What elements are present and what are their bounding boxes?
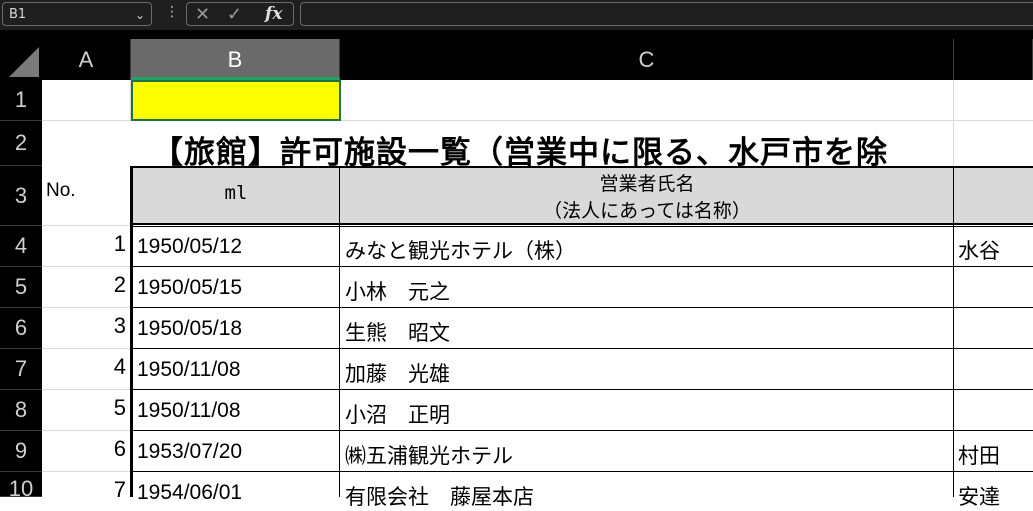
record-no: 2	[113, 272, 126, 297]
record-name: 小沼 正明	[345, 403, 450, 427]
column-header-a[interactable]: A	[42, 39, 131, 80]
record-rep: 水谷	[958, 239, 1021, 263]
gridline	[42, 307, 130, 308]
more-options-icon[interactable]: ⋮	[165, 4, 179, 20]
row-header-10[interactable]: 10	[0, 472, 42, 501]
gridline	[42, 430, 130, 431]
record-date: 1950/11/08	[137, 399, 241, 422]
table-border	[130, 389, 1033, 390]
table-border	[130, 223, 1033, 225]
table-border	[130, 307, 1033, 308]
column-header-d[interactable]	[954, 39, 1033, 80]
record-name: 有限会社 藤屋本店	[345, 485, 534, 509]
formula-input[interactable]	[300, 2, 1033, 26]
row-header-8[interactable]: 8	[0, 390, 42, 431]
table-border	[130, 348, 1033, 349]
cancel-icon[interactable]: ✕	[195, 4, 210, 25]
record-date: 1954/06/01	[137, 481, 243, 504]
record-no: 7	[113, 477, 126, 502]
sheet-title: 【旅館】許可施設一覧（営業中に限る、水戸市を除	[152, 135, 888, 167]
column-header-b[interactable]: B	[131, 39, 340, 80]
record-rep: 村田	[958, 444, 1021, 468]
name-box[interactable]: B1 ⌄	[2, 2, 152, 26]
row-header-1[interactable]: 1	[0, 80, 42, 121]
select-all-icon	[9, 47, 39, 77]
table-border	[130, 471, 1033, 472]
cell-grid[interactable]: 【旅館】許可施設一覧（営業中に限る、水戸市を除 No. ml 営業者氏名 （法人…	[42, 80, 1033, 509]
header-c-line1: 営業者氏名	[599, 173, 695, 195]
table-border	[130, 266, 1033, 267]
cell-b1-selected[interactable]	[131, 80, 341, 121]
record-no: 1	[113, 231, 126, 256]
record-name: 小林 元之	[345, 280, 450, 304]
record-name: みなと観光ホテル（株）	[345, 239, 576, 263]
record-date: 1950/05/15	[137, 276, 243, 299]
row-header-5[interactable]: 5	[0, 267, 42, 308]
record-no: 4	[113, 354, 126, 379]
gridline	[42, 389, 130, 390]
formula-buttons: ✕ ✓ fx	[186, 2, 294, 26]
row-header-3[interactable]: 3	[0, 166, 42, 226]
row-header-2[interactable]: 2	[0, 121, 42, 166]
header-c-line2: （法人にあっては名称）	[543, 200, 751, 222]
record-rep: 安達	[958, 485, 1000, 509]
gridline	[42, 225, 130, 226]
record-date: 1950/11/08	[137, 358, 241, 381]
table-border	[130, 226, 1033, 227]
record-no: 3	[113, 313, 126, 338]
record-date: 1953/07/20	[137, 440, 243, 463]
table-border	[339, 166, 340, 497]
insert-function-icon[interactable]: fx	[265, 4, 282, 24]
column-header-c[interactable]: C	[340, 39, 954, 80]
name-box-value: B1	[9, 7, 27, 22]
record-date: 1950/05/12	[137, 235, 243, 258]
record-no: 6	[113, 436, 126, 461]
table-border	[130, 166, 1033, 168]
header-no: No.	[46, 180, 76, 201]
row-header-7[interactable]: 7	[0, 349, 42, 390]
row-header-9[interactable]: 9	[0, 431, 42, 472]
record-name: ㈱五浦観光ホテル	[345, 444, 513, 468]
row-header-6[interactable]: 6	[0, 308, 42, 349]
gridline	[42, 471, 130, 472]
record-name: 生熊 昭文	[345, 321, 450, 345]
record-no: 5	[113, 395, 126, 420]
row-header-4[interactable]: 4	[0, 226, 42, 267]
record-name: 加藤 光雄	[345, 362, 450, 386]
toolbar-separator	[0, 30, 1033, 39]
gridline	[42, 348, 130, 349]
gridline	[42, 266, 130, 267]
enter-icon[interactable]: ✓	[227, 4, 242, 25]
formula-bar: B1 ⌄ ⋮ ✕ ✓ fx	[0, 0, 1033, 30]
record-date: 1950/05/18	[137, 317, 243, 340]
chevron-down-icon[interactable]: ⌄	[135, 3, 145, 27]
table-border	[130, 430, 1033, 431]
header-b: ml	[224, 182, 248, 204]
select-all-button[interactable]	[0, 39, 42, 80]
